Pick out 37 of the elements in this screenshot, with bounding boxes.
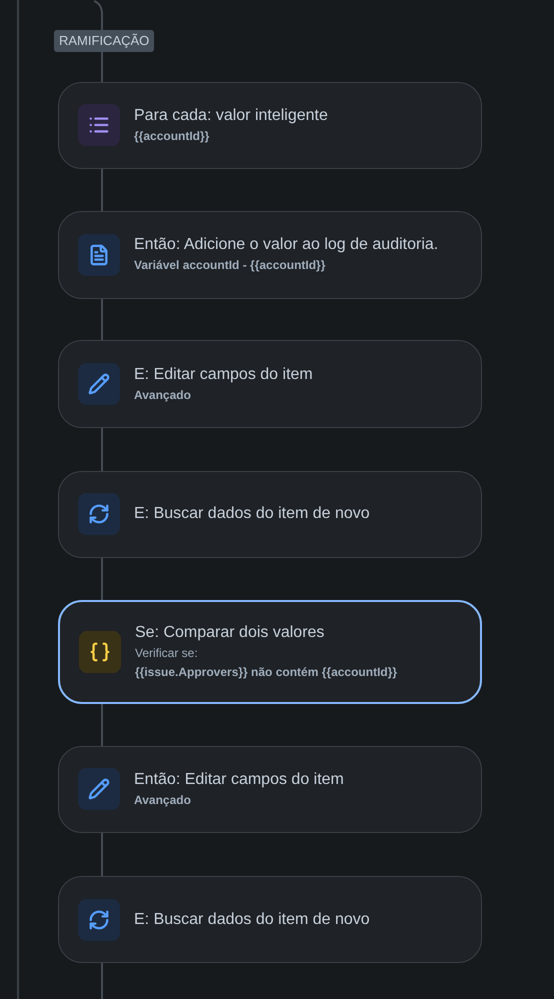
braces-icon (79, 630, 121, 673)
step-card[interactable]: Então: Adicione o valor ao log de auditoria. Variável accountId - {{accountId}} (58, 211, 482, 299)
branch-label: RAMIFICAÇÃO (54, 30, 154, 52)
branch-line (94, 0, 104, 30)
pencil-icon (78, 768, 120, 810)
pencil-icon (78, 363, 120, 406)
step-card[interactable]: E: Editar campos do item Avançado (58, 340, 482, 428)
step-title: Para cada: valor inteligente (134, 106, 328, 126)
step-title: E: Editar campos do item (134, 364, 313, 385)
step-card[interactable]: E: Buscar dados do item de novo (58, 470, 482, 558)
refresh-icon (78, 898, 120, 941)
step-card[interactable]: Então: Editar campos do item Avançado (58, 746, 482, 834)
step-detail: Avançado (134, 792, 192, 809)
step-card[interactable]: E: Buscar dados do item de novo (58, 876, 482, 964)
step-card[interactable]: Se: Comparar dois valores Verificar se: {{issue.Approvers}} não contém {{accountId}} (58, 600, 482, 704)
step-title: Se: Comparar dois valores (135, 622, 326, 643)
step-title: E: Buscar dados do item de novo (134, 504, 370, 524)
step-title: Então: Adicione o valor ao log de auditoria. (134, 235, 438, 256)
connector-line (101, 50, 103, 82)
connector-line (101, 298, 103, 340)
refresh-icon (78, 493, 120, 536)
step-detail: Variável accountId - {{accountId}} (134, 257, 326, 274)
connector-line (101, 833, 103, 876)
connector-line (101, 428, 103, 471)
step-detail: {{accountId}} (134, 128, 210, 145)
step-detail: Avançado (134, 386, 192, 404)
document-icon (78, 234, 120, 276)
step-card[interactable]: Para cada: valor inteligente {{accountId}} (58, 82, 482, 170)
step-title: Então: Editar campos do item (134, 770, 344, 790)
list-icon (78, 104, 120, 146)
step-title: E: Buscar dados do item de novo (134, 910, 370, 930)
connector-line (101, 963, 103, 999)
connector-line (101, 704, 103, 746)
connector-line (101, 169, 103, 212)
connector-line (101, 558, 103, 600)
step-detail: {{issue.Approvers}} não contém {{accountId}} (135, 664, 398, 681)
step-detail: Verificar se: (135, 644, 199, 662)
